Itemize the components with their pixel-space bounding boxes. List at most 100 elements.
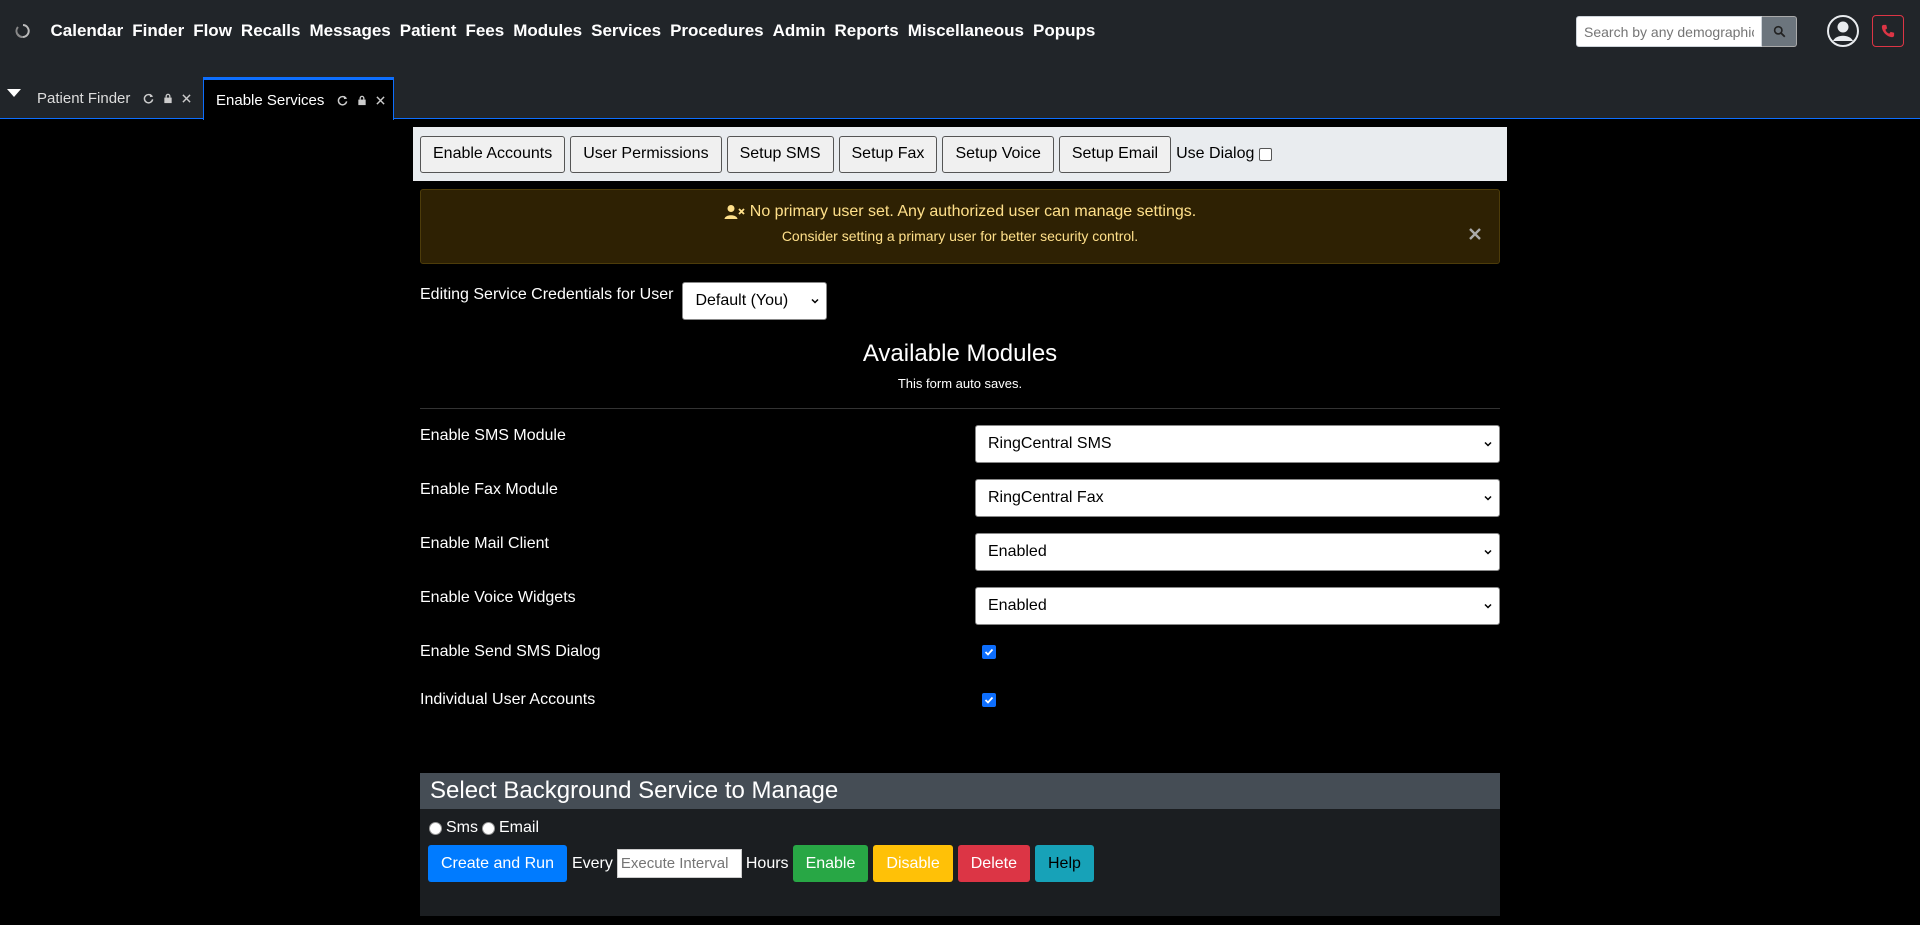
- primary-user-alert: No primary user set. Any authorized user…: [420, 189, 1500, 264]
- user-select-value: Default (You): [695, 292, 789, 309]
- menu-patient[interactable]: Patient: [395, 21, 461, 41]
- setup-fax-button[interactable]: Setup Fax: [838, 135, 938, 173]
- mail-client-select[interactable]: Enabled: [975, 533, 1500, 571]
- send-sms-dialog-checkbox[interactable]: [982, 645, 996, 659]
- sms-module-row: Enable SMS Module RingCentral SMS: [420, 409, 1500, 463]
- menu-fees[interactable]: Fees: [461, 21, 509, 41]
- setup-email-button[interactable]: Setup Email: [1058, 135, 1172, 173]
- fax-module-label: Enable Fax Module: [420, 481, 558, 498]
- individual-accounts-checkbox[interactable]: [982, 693, 996, 707]
- menu-flow[interactable]: Flow: [189, 21, 237, 41]
- fax-module-value: RingCentral Fax: [988, 489, 1104, 506]
- lock-icon[interactable]: [163, 93, 173, 104]
- check-icon: [984, 648, 994, 656]
- menu-calendar[interactable]: Calendar: [46, 21, 128, 41]
- enable-services-content: Enable Accounts User Permissions Setup S…: [413, 127, 1507, 721]
- send-sms-dialog-label: Enable Send SMS Dialog: [420, 643, 601, 660]
- chevron-down-icon: [1484, 495, 1492, 501]
- user-permissions-button[interactable]: User Permissions: [570, 135, 722, 173]
- email-radio-label: Email: [499, 819, 540, 836]
- chevron-down-icon: [1484, 441, 1492, 447]
- voice-widgets-label: Enable Voice Widgets: [420, 589, 576, 606]
- tab-menu-toggle-icon[interactable]: [6, 86, 22, 98]
- refresh-icon[interactable]: [337, 95, 348, 106]
- close-icon[interactable]: [182, 93, 191, 103]
- background-service-title: Select Background Service to Manage: [420, 773, 1500, 809]
- service-actions: Create and Run Every Hours Enable Disabl…: [428, 845, 1500, 882]
- search-box: [1576, 16, 1797, 47]
- search-button[interactable]: [1762, 16, 1797, 47]
- menu-miscellaneous[interactable]: Miscellaneous: [903, 21, 1028, 41]
- modules-title: Available Modules: [862, 340, 1058, 367]
- individual-accounts-row: Individual User Accounts: [420, 673, 1500, 721]
- user-select[interactable]: Default (You): [682, 282, 828, 320]
- tab-label: Enable Services: [216, 91, 325, 109]
- send-sms-dialog-row: Enable Send SMS Dialog: [420, 625, 1500, 673]
- tab-label: Patient Finder: [37, 89, 131, 107]
- menu-messages[interactable]: Messages: [305, 21, 395, 41]
- main-menu: Calendar Finder Flow Recalls Messages Pa…: [46, 21, 1100, 41]
- chevron-down-icon: [1484, 603, 1492, 609]
- mail-client-value: Enabled: [988, 543, 1047, 560]
- setup-sms-button[interactable]: Setup SMS: [726, 135, 834, 173]
- create-and-run-button[interactable]: Create and Run: [428, 845, 567, 882]
- sms-module-value: RingCentral SMS: [988, 435, 1112, 452]
- voice-widgets-row: Enable Voice Widgets Enabled: [420, 571, 1500, 625]
- individual-accounts-label: Individual User Accounts: [420, 691, 596, 708]
- menu-recalls[interactable]: Recalls: [236, 21, 305, 41]
- alert-message: No primary user set. Any authorized user…: [749, 203, 1197, 220]
- setup-voice-button[interactable]: Setup Voice: [942, 135, 1054, 173]
- mail-client-label: Enable Mail Client: [420, 535, 549, 552]
- use-dialog-checkbox[interactable]: [1259, 147, 1273, 161]
- setup-toolbar: Enable Accounts User Permissions Setup S…: [413, 127, 1507, 181]
- delete-button[interactable]: Delete: [957, 845, 1030, 882]
- sms-radio[interactable]: [429, 821, 442, 835]
- top-navbar: Calendar Finder Flow Recalls Messages Pa…: [0, 0, 1920, 62]
- voice-widgets-value: Enabled: [988, 597, 1047, 614]
- service-type-radios: Sms Email: [429, 819, 1500, 837]
- alert-submessage: Consider setting a primary user for bett…: [781, 228, 1139, 244]
- menu-procedures[interactable]: Procedures: [666, 21, 769, 41]
- every-label: Every: [571, 854, 613, 872]
- editing-user-row: Editing Service Credentials for User Def…: [420, 282, 1500, 320]
- menu-services[interactable]: Services: [587, 21, 666, 41]
- enable-accounts-button[interactable]: Enable Accounts: [420, 135, 566, 173]
- tab-bar: Patient Finder Enable Services: [0, 62, 1920, 120]
- chevron-down-icon: [1484, 549, 1492, 555]
- tab-enable-services[interactable]: Enable Services: [203, 77, 395, 120]
- hours-label: Hours: [745, 854, 789, 872]
- phone-icon: [1881, 24, 1895, 38]
- fax-module-select[interactable]: RingCentral Fax: [975, 479, 1500, 517]
- check-icon: [984, 696, 994, 704]
- help-button[interactable]: Help: [1035, 845, 1094, 882]
- refresh-icon[interactable]: [143, 93, 154, 104]
- fax-module-row: Enable Fax Module RingCentral Fax: [420, 463, 1500, 517]
- logo-icon[interactable]: [14, 22, 32, 40]
- use-dialog-toggle: Use Dialog: [1176, 145, 1273, 163]
- use-dialog-label: Use Dialog: [1176, 145, 1255, 162]
- close-icon[interactable]: [1467, 227, 1483, 243]
- user-avatar-icon[interactable]: [1826, 14, 1860, 48]
- menu-finder[interactable]: Finder: [128, 21, 189, 41]
- background-service-panel: Select Background Service to Manage Sms …: [420, 773, 1500, 916]
- menu-popups[interactable]: Popups: [1028, 21, 1099, 41]
- menu-reports[interactable]: Reports: [830, 21, 903, 41]
- editing-user-label: Editing Service Credentials for User: [420, 286, 674, 303]
- close-icon[interactable]: [376, 95, 386, 105]
- disable-button[interactable]: Disable: [873, 845, 953, 882]
- tab-patient-finder[interactable]: Patient Finder: [25, 77, 199, 119]
- search-input[interactable]: [1576, 16, 1762, 47]
- user-x-icon: [724, 205, 745, 219]
- voice-widgets-select[interactable]: Enabled: [975, 587, 1500, 625]
- sms-module-label: Enable SMS Module: [420, 427, 566, 444]
- email-radio[interactable]: [482, 821, 495, 835]
- sms-module-select[interactable]: RingCentral SMS: [975, 425, 1500, 463]
- menu-admin[interactable]: Admin: [768, 21, 830, 41]
- search-icon: [1773, 25, 1785, 38]
- menu-modules[interactable]: Modules: [509, 21, 587, 41]
- mail-client-row: Enable Mail Client Enabled: [420, 517, 1500, 571]
- execute-interval-input[interactable]: [616, 849, 742, 878]
- enable-button[interactable]: Enable: [792, 845, 869, 882]
- lock-icon[interactable]: [357, 95, 367, 106]
- phone-button[interactable]: [1872, 15, 1904, 47]
